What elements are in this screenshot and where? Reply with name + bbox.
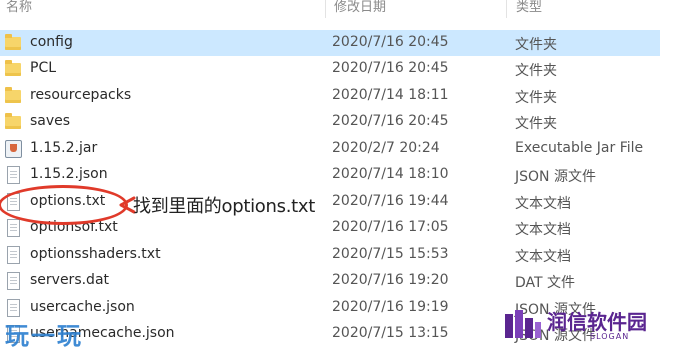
file-name: PCL (30, 60, 57, 76)
document-icon (5, 272, 23, 290)
file-date: 2020/7/16 17:05 (332, 219, 449, 235)
file-name: 1.15.2.json (30, 166, 108, 182)
watermark-brand-name: 润信软件园 (547, 310, 647, 334)
file-type: JSON 源文件 (515, 169, 596, 185)
file-name: config (30, 34, 73, 50)
folder-icon (5, 87, 23, 104)
file-row-optionsshaders[interactable]: optionsshaders.txt 2020/7/15 15:53 文本文档 (0, 242, 660, 268)
file-name: usercache.json (30, 299, 135, 315)
file-date: 2020/7/16 20:45 (332, 113, 449, 129)
file-date: 2020/7/16 20:45 (332, 60, 449, 76)
file-type: 文本文档 (515, 196, 571, 212)
file-type: Executable Jar File (515, 140, 644, 156)
document-icon (5, 246, 23, 264)
file-name: optionsshaders.txt (30, 246, 161, 262)
file-date: 2020/7/14 18:11 (332, 87, 449, 103)
column-header-name[interactable]: 名称 (6, 0, 32, 15)
watermark-left: 玩一玩 (5, 322, 83, 350)
jar-icon (5, 140, 23, 158)
file-row-pcl[interactable]: PCL 2020/7/16 20:45 文件夹 (0, 56, 660, 82)
file-name: servers.dat (30, 272, 110, 288)
file-date: 2020/7/14 18:10 (332, 166, 449, 182)
column-header-date[interactable]: 修改日期 (334, 0, 386, 15)
annotation-highlight-circle (0, 185, 128, 225)
file-name: resourcepacks (30, 87, 132, 103)
document-icon (5, 299, 23, 317)
file-row-servers[interactable]: servers.dat 2020/7/16 19:20 DAT 文件 (0, 268, 660, 294)
file-row-resourcepacks[interactable]: resourcepacks 2020/7/14 18:11 文件夹 (0, 83, 660, 109)
file-name: saves (30, 113, 71, 129)
file-date: 2020/7/15 15:53 (332, 246, 449, 262)
file-type: 文件夹 (515, 37, 557, 53)
file-type: 文本文档 (515, 222, 571, 238)
file-row-jar[interactable]: 1.15.2.jar 2020/2/7 20:24 Executable Jar… (0, 136, 660, 162)
column-header-bar: 名称 修改日期 类型 (0, 0, 681, 18)
file-date: 2020/7/16 19:19 (332, 299, 449, 315)
file-type: 文本文档 (515, 249, 571, 265)
watermark-logo: 润信软件园 SLOGAN (503, 306, 673, 344)
column-header-type[interactable]: 类型 (516, 0, 542, 15)
file-date: 2020/2/7 20:24 (332, 140, 440, 156)
column-divider[interactable] (325, 0, 326, 18)
watermark-slogan: SLOGAN (590, 332, 630, 341)
annotation-text: 找到里面的options.txt (133, 196, 315, 217)
file-type: DAT 文件 (515, 275, 576, 291)
file-date: 2020/7/16 19:20 (332, 272, 449, 288)
document-icon (5, 219, 23, 237)
folder-icon (5, 60, 23, 77)
file-date: 2020/7/16 20:45 (332, 34, 449, 50)
column-divider[interactable] (506, 0, 507, 18)
file-name: 1.15.2.jar (30, 140, 98, 156)
file-row-saves[interactable]: saves 2020/7/16 20:45 文件夹 (0, 109, 660, 135)
file-date: 2020/7/15 13:15 (332, 325, 449, 341)
file-date: 2020/7/16 19:44 (332, 193, 449, 209)
folder-icon (5, 34, 23, 51)
file-row-json[interactable]: 1.15.2.json 2020/7/14 18:10 JSON 源文件 (0, 162, 660, 188)
file-type: 文件夹 (515, 90, 557, 106)
document-icon (5, 166, 23, 184)
file-row-config[interactable]: config 2020/7/16 20:45 文件夹 (0, 30, 660, 56)
brand-logo-icon (505, 310, 541, 338)
file-type: 文件夹 (515, 63, 557, 79)
folder-icon (5, 113, 23, 130)
file-type: 文件夹 (515, 116, 557, 132)
